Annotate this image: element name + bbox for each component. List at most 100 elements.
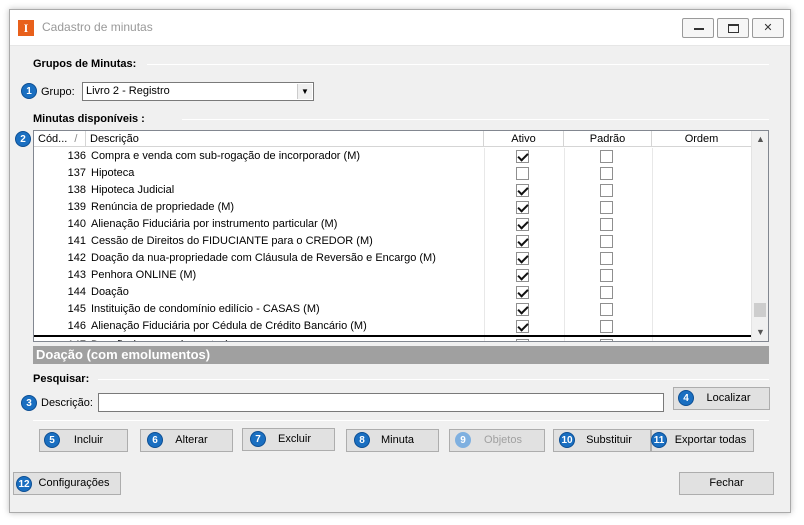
- grid-header: Cód... / Descrição Ativo Padrão Ordem: [34, 131, 752, 147]
- padrao-checkbox[interactable]: [600, 150, 613, 163]
- table-row[interactable]: 145 Instituição de condomínio edilício - …: [34, 301, 752, 318]
- col-header-ordem[interactable]: Ordem: [652, 131, 752, 147]
- ativo-checkbox[interactable]: [516, 252, 529, 265]
- column-divider: [652, 337, 653, 341]
- scroll-up-icon[interactable]: ▲: [752, 131, 768, 148]
- col-header-descricao[interactable]: Descrição: [86, 131, 484, 147]
- ativo-checkbox[interactable]: [516, 235, 529, 248]
- row-description: Alienação Fiduciária por Cédula de Crédi…: [91, 320, 367, 332]
- table-row[interactable]: 141 Cessão de Direitos do FIDUCIANTE para…: [34, 233, 752, 250]
- badge-1: 1: [21, 83, 37, 99]
- ativo-checkbox[interactable]: [516, 286, 529, 299]
- scroll-down-icon[interactable]: ▼: [752, 324, 768, 341]
- padrao-checkbox[interactable]: [600, 201, 613, 214]
- column-divider: [564, 318, 565, 335]
- row-description: Doação da nua-propriedade com Cláusula d…: [91, 252, 436, 264]
- padrao-checkbox[interactable]: [600, 303, 613, 316]
- descricao-label: Descrição:: [41, 397, 93, 409]
- table-row[interactable]: 144 Doação: [34, 284, 752, 301]
- row-code: 146: [67, 320, 86, 332]
- minutas-grid[interactable]: Cód... / Descrição Ativo Padrão Ordem 13…: [33, 130, 769, 342]
- column-divider: [484, 250, 485, 267]
- column-divider: [652, 165, 653, 182]
- col-header-code-label: Cód...: [38, 133, 68, 145]
- padrao-checkbox[interactable]: [600, 184, 613, 197]
- descricao-input[interactable]: [98, 393, 664, 412]
- close-icon: ✕: [763, 22, 773, 34]
- ativo-checkbox[interactable]: [516, 150, 529, 163]
- padrao-checkbox[interactable]: [600, 269, 613, 282]
- substituir-label: Substituir: [586, 434, 632, 446]
- row-description: Alienação Fiduciária por instrumento par…: [91, 218, 338, 230]
- padrao-checkbox[interactable]: [600, 235, 613, 248]
- objetos-label: Objetos: [484, 434, 522, 446]
- column-divider: [652, 148, 653, 165]
- table-row[interactable]: 138 Hipoteca Judicial: [34, 182, 752, 199]
- column-divider: [652, 216, 653, 233]
- col-header-code[interactable]: Cód... /: [34, 131, 86, 147]
- column-divider: [652, 318, 653, 335]
- column-divider: [484, 199, 485, 216]
- column-divider: [652, 250, 653, 267]
- row-description: Cessão de Direitos do FIDUCIANTE para o …: [91, 235, 373, 247]
- row-code: 145: [67, 303, 86, 315]
- close-button[interactable]: ✕: [752, 18, 784, 38]
- grupo-value: Livro 2 - Registro: [86, 85, 170, 97]
- ativo-checkbox[interactable]: [516, 184, 529, 197]
- ativo-checkbox[interactable]: [516, 201, 529, 214]
- padrao-checkbox[interactable]: [600, 252, 613, 265]
- minuta-label: Minuta: [380, 434, 415, 446]
- table-row[interactable]: 139 Renúncia de propriedade (M): [34, 199, 752, 216]
- table-row[interactable]: 136 Compra e venda com sub-rogação de inc…: [34, 148, 752, 165]
- table-row[interactable]: 140 Alienação Fiduciária por instrumento …: [34, 216, 752, 233]
- padrao-checkbox[interactable]: [600, 167, 613, 180]
- minimize-button[interactable]: [682, 18, 714, 38]
- table-row[interactable]: 147 Doação (com emolumentos): [34, 335, 752, 341]
- column-divider: [484, 284, 485, 301]
- badge-5: 5: [44, 432, 60, 448]
- row-code: 143: [67, 269, 86, 281]
- grid-scrollbar[interactable]: ▲ ▼: [751, 131, 768, 341]
- alterar-label: Alterar: [175, 434, 208, 446]
- column-divider: [484, 182, 485, 199]
- row-description: Hipoteca Judicial: [91, 184, 175, 196]
- minimize-icon: [694, 28, 704, 30]
- chevron-down-icon[interactable]: ▼: [297, 84, 312, 99]
- column-divider: [652, 182, 653, 199]
- column-divider: [564, 301, 565, 318]
- fechar-button[interactable]: Fechar: [679, 472, 774, 495]
- col-header-padrao[interactable]: Padrão: [564, 131, 652, 147]
- padrao-checkbox[interactable]: [600, 320, 613, 333]
- ativo-checkbox[interactable]: [516, 218, 529, 231]
- ativo-checkbox[interactable]: [516, 167, 529, 180]
- column-divider: [564, 250, 565, 267]
- scroll-thumb[interactable]: [754, 303, 766, 317]
- row-description: Doação (com emolumentos): [91, 339, 229, 341]
- col-header-ativo[interactable]: Ativo: [484, 131, 564, 147]
- table-row[interactable]: 143 Penhora ONLINE (M): [34, 267, 752, 284]
- ativo-checkbox[interactable]: [516, 320, 529, 333]
- padrao-checkbox[interactable]: [600, 286, 613, 299]
- column-divider: [652, 233, 653, 250]
- row-description: Renúncia de propriedade (M): [91, 201, 235, 213]
- row-code: 137: [67, 167, 86, 179]
- ativo-checkbox[interactable]: [516, 269, 529, 282]
- ativo-checkbox[interactable]: [516, 303, 529, 316]
- column-divider: [484, 216, 485, 233]
- selected-minuta-title: Doação (com emolumentos): [33, 346, 769, 364]
- ativo-checkbox[interactable]: [516, 339, 529, 341]
- table-row[interactable]: 146 Alienação Fiduciária por Cédula de Cr…: [34, 318, 752, 335]
- padrao-checkbox[interactable]: [600, 339, 613, 341]
- fechar-label: Fechar: [709, 477, 744, 489]
- grupo-select[interactable]: Livro 2 - Registro ▼: [82, 82, 314, 101]
- localizar-label: Localizar: [706, 392, 751, 404]
- table-row[interactable]: 137 Hipoteca: [34, 165, 752, 182]
- grupo-label: Grupo:: [41, 86, 75, 98]
- padrao-checkbox[interactable]: [600, 218, 613, 231]
- maximize-button[interactable]: [717, 18, 749, 38]
- column-divider: [564, 233, 565, 250]
- table-row[interactable]: 142 Doação da nua-propriedade com Cláusul…: [34, 250, 752, 267]
- badge-9: 9: [455, 432, 471, 448]
- column-divider: [564, 148, 565, 165]
- buttons-separator: [33, 420, 769, 421]
